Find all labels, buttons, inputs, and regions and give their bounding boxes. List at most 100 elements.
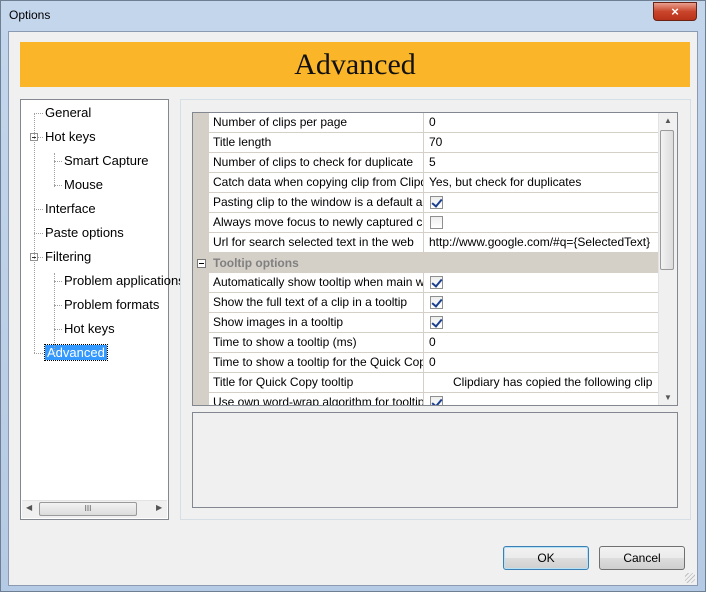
tree-item-label: Problem formats [64, 297, 160, 312]
property-row[interactable]: Catch data when copying clip from Clipdi… [209, 173, 658, 193]
tree-item[interactable]: General [45, 103, 91, 123]
property-value[interactable]: Clipdiary has copied the following clip [425, 373, 658, 392]
property-name: Catch data when copying clip from Clipdi… [209, 173, 424, 192]
page-title: Advanced [20, 42, 690, 87]
property-row[interactable]: Pasting clip to the window is a default … [209, 193, 658, 213]
title-bar[interactable]: Options × [1, 1, 705, 31]
property-value[interactable]: Yes, but check for duplicates [425, 173, 658, 192]
scroll-down-icon[interactable]: ▼ [664, 393, 672, 402]
property-value[interactable]: 70 [425, 133, 658, 152]
property-row[interactable]: Show the full text of a clip in a toolti… [209, 293, 658, 313]
property-name: Time to show a tooltip (ms) [209, 333, 424, 352]
tree-connector [34, 209, 43, 210]
tree-item[interactable]: Problem applications [64, 271, 185, 291]
tree-item-label: Hot keys [45, 129, 96, 144]
resize-grip-icon[interactable] [685, 573, 695, 583]
property-name: Number of clips per page [209, 113, 424, 132]
property-checkbox-cell[interactable] [425, 293, 658, 312]
property-row[interactable]: Always move focus to newly captured clip [209, 213, 658, 233]
tree-connector [34, 113, 43, 114]
scroll-thumb[interactable]: III [39, 502, 137, 516]
checkbox-checked[interactable] [430, 396, 443, 405]
property-name: Title length [209, 133, 424, 152]
property-value[interactable]: http://www.google.com/#q={SelectedText} [425, 233, 658, 252]
close-icon: × [671, 4, 679, 19]
property-row[interactable]: Automatically show tooltip when main win… [209, 273, 658, 293]
grid-vertical-scrollbar[interactable]: ▲ ▼ [658, 113, 677, 405]
checkbox-checked[interactable] [430, 296, 443, 309]
tree-item[interactable]: Smart Capture [64, 151, 149, 171]
collapse-icon[interactable] [197, 259, 206, 268]
property-name: Show images in a tooltip [209, 313, 424, 332]
tree-connector [34, 233, 43, 234]
checkbox-checked[interactable] [430, 316, 443, 329]
cancel-button[interactable]: Cancel [599, 546, 685, 570]
dialog-client-area: Advanced ◀ III ▶ General Hot keys Smart Ca… [8, 31, 698, 586]
category-label: Tooltip options [213, 256, 299, 270]
property-value[interactable]: 0 [425, 353, 658, 372]
settings-panel: ▲ ▼ Number of clips per page 0 Title lengt… [180, 99, 691, 520]
property-row[interactable]: Use own word-wrap algorithm for tooltips [209, 393, 658, 405]
tree-item-label: Hot keys [64, 321, 115, 336]
tree-item-label: Interface [45, 201, 96, 216]
checkbox-unchecked[interactable] [430, 216, 443, 229]
tree-item[interactable]: Interface [45, 199, 96, 219]
scroll-up-icon[interactable]: ▲ [664, 116, 672, 125]
tree-item[interactable]: Mouse [64, 175, 103, 195]
tree-connector [54, 273, 55, 355]
scroll-right-icon[interactable]: ▶ [156, 503, 162, 512]
tree-item-label: Paste options [45, 225, 124, 240]
tree-item-label: Problem applications [64, 273, 185, 288]
tree-item[interactable]: Filtering [45, 247, 91, 267]
property-value[interactable]: 0 [425, 333, 658, 352]
options-window: Options × Advanced ◀ III ▶ General Hot ke… [0, 0, 706, 592]
property-checkbox-cell[interactable] [425, 313, 658, 332]
tree-item-label: General [45, 105, 92, 120]
property-row[interactable]: Time to show a tooltip (ms) 0 [209, 333, 658, 353]
tree-connector [54, 185, 62, 186]
tree-item-label: Mouse [64, 177, 104, 192]
property-row[interactable]: Number of clips per page 0 [209, 113, 658, 133]
property-checkbox-cell[interactable] [425, 213, 658, 232]
tree-item[interactable]: Hot keys [64, 319, 115, 339]
property-name: Use own word-wrap algorithm for tooltips [209, 393, 424, 405]
property-row[interactable]: Title for Quick Copy tooltip Clipdiary ha… [209, 373, 658, 393]
window-title: Options [9, 8, 51, 22]
property-name: Time to show a tooltip for the Quick Cop… [209, 353, 424, 372]
tree-item[interactable]: Hot keys [45, 127, 96, 147]
category-tooltip-options[interactable]: Tooltip options [193, 253, 658, 273]
tree-horizontal-scrollbar[interactable]: ◀ III ▶ [22, 500, 167, 518]
tree-connector [54, 153, 55, 187]
tree-connector [54, 329, 62, 330]
property-name: Number of clips to check for duplicate [209, 153, 424, 172]
tree-item[interactable]: Problem formats [64, 295, 159, 315]
property-value[interactable]: 5 [425, 153, 658, 172]
scroll-thumb[interactable] [660, 130, 674, 270]
scroll-left-icon[interactable]: ◀ [26, 503, 32, 512]
checkbox-checked[interactable] [430, 276, 443, 289]
property-row[interactable]: Show images in a tooltip [209, 313, 658, 333]
property-name: Show the full text of a clip in a toolti… [209, 293, 424, 312]
close-button[interactable]: × [653, 2, 697, 21]
tree-item-label: Smart Capture [64, 153, 149, 168]
property-checkbox-cell[interactable] [425, 273, 658, 292]
property-name: Title for Quick Copy tooltip [209, 373, 424, 392]
property-checkbox-cell[interactable] [425, 193, 658, 212]
ok-button[interactable]: OK [503, 546, 589, 570]
property-grid[interactable]: ▲ ▼ Number of clips per page 0 Title lengt… [192, 112, 678, 406]
property-name: Url for search selected text in the web [209, 233, 424, 252]
checkbox-checked[interactable] [430, 196, 443, 209]
tree-item-label: Filtering [45, 249, 92, 264]
property-checkbox-cell[interactable] [425, 393, 658, 405]
grip-icon: III [84, 504, 92, 513]
property-value[interactable]: 0 [425, 113, 658, 132]
property-row[interactable]: Number of clips to check for duplicate 5 [209, 153, 658, 173]
options-tree[interactable]: ◀ III ▶ General Hot keys Smart Capture Mous… [20, 99, 185, 520]
tree-connector [54, 281, 62, 282]
tree-connector [34, 353, 43, 354]
property-row[interactable]: Time to show a tooltip for the Quick Cop… [209, 353, 658, 373]
tree-item[interactable]: Paste options [45, 223, 124, 243]
property-row[interactable]: Title length 70 [209, 133, 658, 153]
property-row[interactable]: Url for search selected text in the web h… [209, 233, 658, 253]
property-name: Pasting clip to the window is a default … [209, 193, 424, 212]
